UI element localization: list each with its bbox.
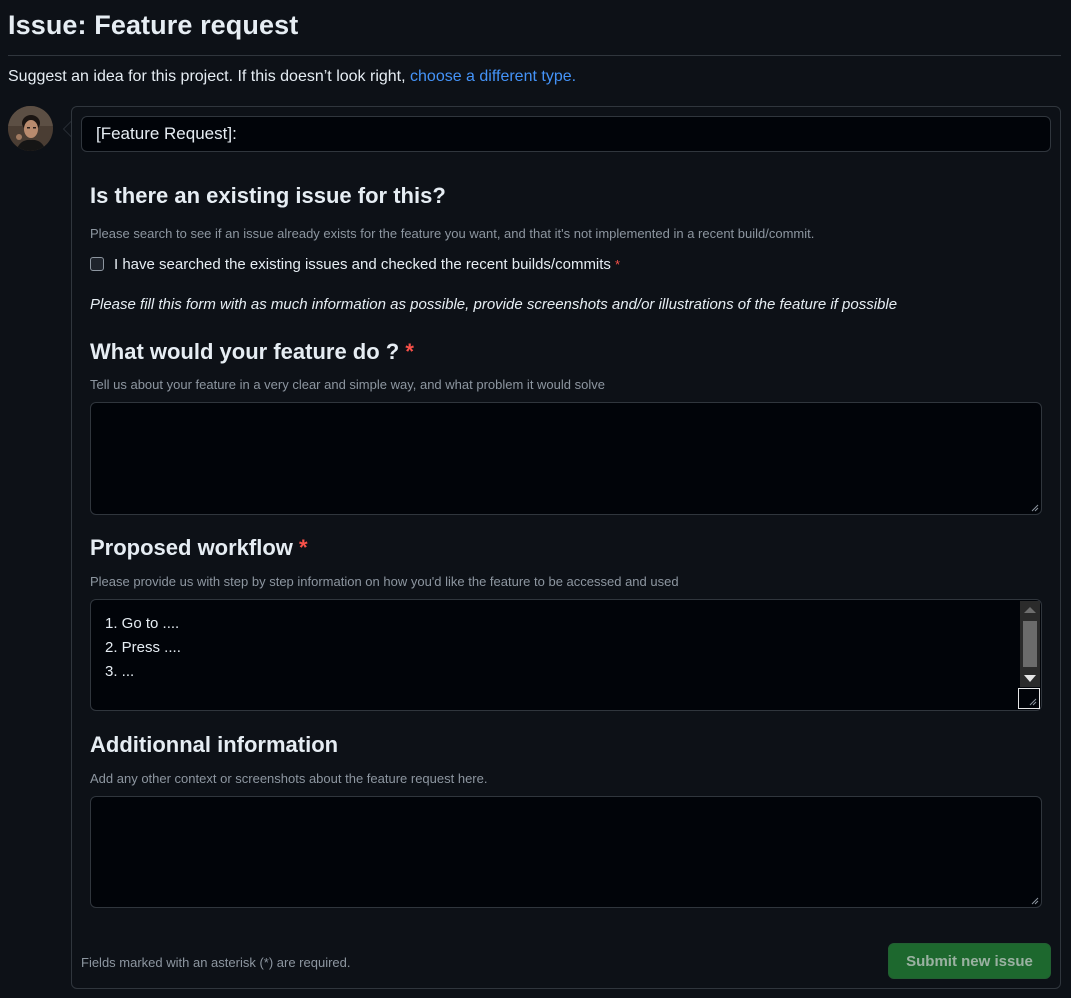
title-divider	[8, 55, 1061, 56]
required-asterisk: *	[299, 535, 308, 560]
issue-title-input[interactable]	[81, 116, 1051, 152]
additional-heading: Additionnal information	[90, 732, 339, 757]
avatar-image	[8, 106, 53, 151]
workflow-line: 3. ...	[105, 663, 135, 680]
subtitle-text: Suggest an idea for this project. If thi…	[8, 68, 406, 85]
additional-description: Add any other context or screenshots abo…	[90, 771, 488, 786]
feature-textarea[interactable]	[90, 402, 1042, 515]
required-asterisk: *	[405, 339, 414, 364]
avatar[interactable]	[8, 106, 53, 151]
feature-heading-text: What would your feature do ?	[90, 339, 400, 364]
scroll-down-icon[interactable]	[1024, 675, 1036, 682]
workflow-line: 1. Go to ....	[105, 615, 180, 632]
form-note: Please fill this form with as much infor…	[90, 296, 898, 313]
existing-issue-checkbox-row[interactable]: I have searched the existing issues and …	[90, 254, 620, 274]
workflow-line: 2. Press ....	[105, 639, 181, 656]
additional-textarea[interactable]	[90, 796, 1042, 908]
resize-corner[interactable]	[1018, 688, 1040, 709]
feature-heading: What would your feature do ? *	[90, 339, 414, 365]
workflow-description: Please provide us with step by step info…	[90, 574, 679, 589]
resize-grip-icon[interactable]	[1029, 698, 1037, 706]
existing-issue-checkbox[interactable]	[90, 257, 104, 271]
comment-caret-fill	[64, 122, 71, 136]
required-fields-note: Fields marked with an asterisk (*) are r…	[81, 955, 351, 970]
workflow-textarea[interactable]: 1. Go to .... 2. Press .... 3. ...	[90, 599, 1042, 711]
page-subtitle: Suggest an idea for this project. If thi…	[8, 68, 576, 86]
feature-description: Tell us about your feature in a very cle…	[90, 377, 605, 392]
existing-issue-description: Please search to see if an issue already…	[90, 226, 815, 241]
workflow-heading: Proposed workflow *	[90, 535, 308, 561]
page-title: Issue: Feature request	[8, 10, 299, 40]
workflow-heading-text: Proposed workflow	[90, 535, 293, 560]
resize-grip-icon[interactable]	[1031, 504, 1039, 512]
choose-different-type-link[interactable]: choose a different type.	[410, 68, 576, 85]
required-asterisk: *	[614, 256, 620, 272]
existing-issue-heading: Is there an existing issue for this?	[90, 183, 446, 208]
workflow-textarea-content: 1. Go to .... 2. Press .... 3. ...	[105, 612, 181, 684]
resize-grip-icon[interactable]	[1031, 897, 1039, 905]
existing-issue-checkbox-label[interactable]: I have searched the existing issues and …	[114, 256, 611, 273]
scrollbar-thumb[interactable]	[1023, 621, 1037, 667]
submit-new-issue-button[interactable]: Submit new issue	[888, 943, 1051, 979]
workflow-scrollbar[interactable]	[1020, 601, 1040, 687]
scroll-up-icon[interactable]	[1024, 607, 1036, 613]
